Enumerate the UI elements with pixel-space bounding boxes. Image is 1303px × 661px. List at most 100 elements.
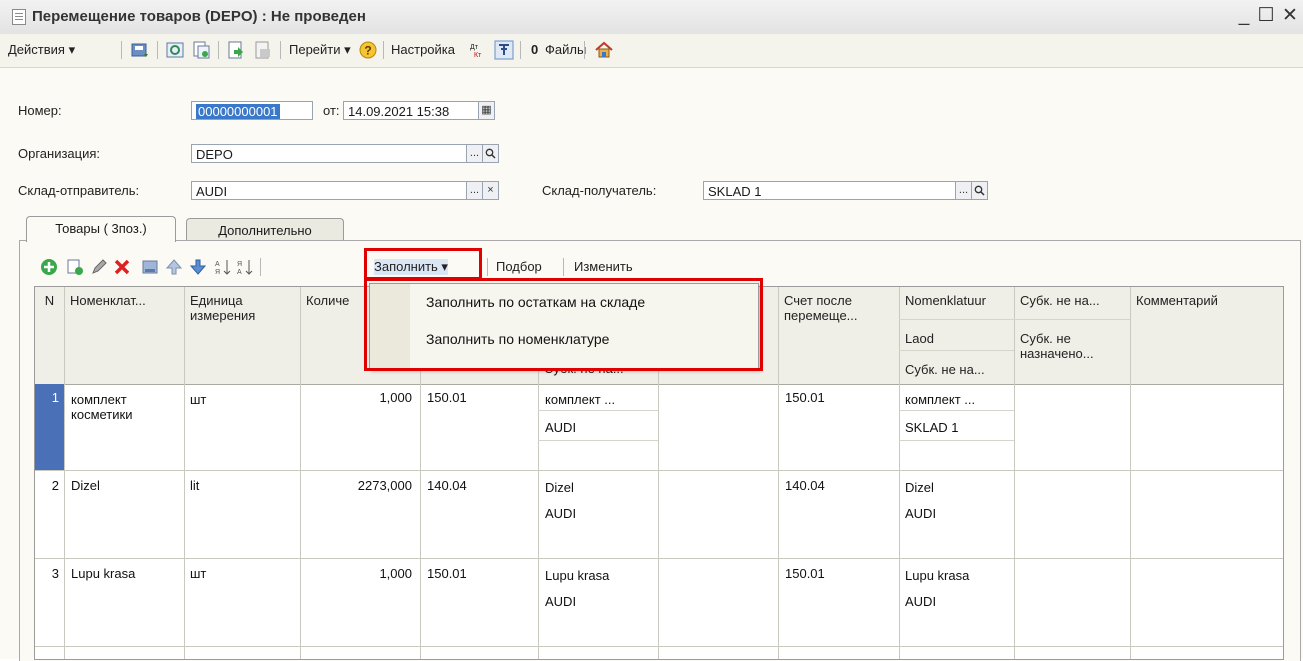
menu-item-fill-by-stock[interactable]: Заполнить по остаткам на складе	[426, 294, 645, 310]
dt-kt-icon[interactable]: ДтКт	[466, 40, 486, 60]
date-label: от:	[323, 103, 340, 118]
row-3-nomenklatuur[interactable]: Lupu krasa	[905, 568, 969, 583]
sender-warehouse-label: Склад-отправитель:	[18, 183, 140, 198]
move-down-icon[interactable]	[189, 258, 207, 276]
row-1-account-after[interactable]: 150.01	[785, 390, 825, 405]
svg-text:?: ?	[364, 44, 371, 58]
paperclip-icon: 0	[531, 42, 539, 57]
move-up-icon[interactable]	[165, 258, 183, 276]
sender-browse-button[interactable]: ...	[466, 181, 483, 200]
fill-menu-button[interactable]: Заполнить ▾	[374, 259, 448, 275]
fill-dropdown-menu: Заполнить по остаткам на складе Заполнит…	[369, 283, 759, 370]
delete-row-icon[interactable]	[113, 258, 131, 276]
date-field[interactable]: 14.09.2021 15:38	[343, 101, 479, 120]
end-edit-icon[interactable]	[141, 258, 159, 276]
receiver-warehouse-field[interactable]: SKLAD 1	[703, 181, 956, 200]
unpost-document-icon[interactable]	[253, 40, 273, 60]
post-document-icon[interactable]	[226, 40, 246, 60]
window-title: Перемещение товаров (DEPO) : Не проведен	[32, 8, 366, 25]
row-1-laod[interactable]: SKLAD 1	[905, 420, 958, 435]
row-2-account[interactable]: 140.04	[427, 478, 467, 493]
tab-additional[interactable]: Дополнительно	[186, 218, 344, 242]
row-3-unit[interactable]: шт	[190, 566, 206, 581]
svg-text:Дт: Дт	[470, 44, 479, 51]
row-2-nomenklatuur[interactable]: Dizel	[905, 480, 934, 495]
row-1-account[interactable]: 150.01	[427, 390, 467, 405]
main-toolbar: Действия ▾ Перейти ▾ ? Настройка Дт Кт 0 …	[0, 34, 1303, 68]
number-field[interactable]: 00000000001	[191, 101, 313, 120]
organization-search-icon[interactable]	[482, 144, 499, 163]
tab-goods[interactable]: Товары ( 3поз.)	[26, 216, 176, 242]
minimize-button[interactable]: _	[1233, 4, 1255, 28]
col-header-comment[interactable]: Комментарий	[1130, 289, 1280, 312]
col-header-unit[interactable]: Единица измерения	[184, 289, 294, 327]
add-row-icon[interactable]	[40, 258, 58, 276]
home-icon[interactable]	[594, 40, 614, 60]
row-1-name[interactable]: комплект косметики	[71, 392, 171, 422]
row-1-subconto-2[interactable]: AUDI	[545, 420, 576, 435]
row-3-account-after[interactable]: 150.01	[785, 566, 825, 581]
col-header-subconto-top[interactable]: Субк. не на...	[1014, 289, 1130, 312]
copy-row-icon[interactable]	[66, 258, 84, 276]
number-label: Номер:	[18, 103, 62, 118]
row-1-unit[interactable]: шт	[190, 392, 206, 407]
actions-menu[interactable]: Действия ▾	[8, 39, 75, 61]
row-2-subconto-2[interactable]: AUDI	[545, 506, 576, 521]
structure-icon[interactable]	[494, 40, 514, 60]
row-2-unit[interactable]: lit	[190, 478, 199, 493]
help-icon[interactable]: ?	[358, 40, 378, 60]
calendar-icon[interactable]: ▦	[478, 101, 495, 120]
svg-text:А: А	[215, 261, 220, 268]
organization-label: Организация:	[18, 146, 101, 161]
row-3-subconto-1[interactable]: Lupu krasa	[545, 568, 609, 583]
goto-menu[interactable]: Перейти ▾	[289, 39, 351, 61]
row-3-laod[interactable]: AUDI	[905, 594, 936, 609]
row-2-account-after[interactable]: 140.04	[785, 478, 825, 493]
row-1-qty[interactable]: 1,000	[300, 390, 412, 405]
row-2-laod[interactable]: AUDI	[905, 506, 936, 521]
svg-text:Я: Я	[215, 269, 220, 276]
receiver-warehouse-label: Склад-получатель:	[542, 183, 657, 198]
receiver-search-icon[interactable]	[971, 181, 988, 200]
row-1-nomenklatuur[interactable]: комплект ...	[905, 392, 975, 407]
receiver-browse-button[interactable]: ...	[955, 181, 972, 200]
sort-asc-icon[interactable]: АЯ	[214, 258, 232, 276]
row-2-name[interactable]: Dizel	[71, 478, 100, 493]
col-header-account-after[interactable]: Счет после перемеще...	[778, 289, 899, 327]
row-3-name[interactable]: Lupu krasa	[71, 566, 135, 581]
refresh-icon[interactable]	[165, 40, 185, 60]
col-header-nomenklatuur[interactable]: Nomenklatuur	[899, 289, 1014, 312]
row-2-subconto-1[interactable]: Dizel	[545, 480, 574, 495]
change-button[interactable]: Изменить	[574, 259, 633, 274]
svg-text:А: А	[237, 269, 242, 276]
organization-field[interactable]: DEPO	[191, 144, 467, 163]
organization-browse-button[interactable]: ...	[466, 144, 483, 163]
settings-button[interactable]: Настройка	[391, 39, 455, 61]
close-button[interactable]: ✕	[1279, 4, 1301, 28]
row-1-subconto-1[interactable]: комплект ...	[545, 392, 615, 407]
svg-text:Кт: Кт	[474, 52, 482, 59]
document-window: Перемещение товаров (DEPO) : Не проведен…	[0, 0, 1303, 661]
files-button[interactable]: Файлы	[545, 39, 586, 61]
document-icon	[12, 9, 26, 25]
row-2-qty[interactable]: 2273,000	[300, 478, 412, 493]
save-icon[interactable]	[130, 40, 150, 60]
col-header-nomenclature[interactable]: Номенклат...	[64, 289, 184, 312]
maximize-button[interactable]: ☐	[1255, 4, 1277, 28]
sort-desc-icon[interactable]: ЯА	[236, 258, 254, 276]
menu-item-fill-by-nomenclature[interactable]: Заполнить по номенклатуре	[426, 331, 609, 347]
row-3-qty[interactable]: 1,000	[300, 566, 412, 581]
select-button[interactable]: Подбор	[496, 259, 542, 274]
row-2-n: 2	[51, 478, 59, 493]
sender-clear-icon[interactable]: ×	[482, 181, 499, 200]
sender-warehouse-field[interactable]: AUDI	[191, 181, 467, 200]
copy-icon[interactable]	[191, 40, 211, 60]
svg-text:Я: Я	[237, 261, 242, 268]
col-header-subconto-not-assigned[interactable]: Субк. не назначено...	[1014, 327, 1114, 365]
row-3-subconto-2[interactable]: AUDI	[545, 594, 576, 609]
col-header-n[interactable]: N	[35, 289, 64, 312]
col-header-laod[interactable]: Laod	[899, 327, 1014, 350]
col-header-subconto-3[interactable]: Субк. не на...	[899, 358, 1014, 381]
edit-row-icon[interactable]	[90, 258, 108, 276]
row-3-account[interactable]: 150.01	[427, 566, 467, 581]
